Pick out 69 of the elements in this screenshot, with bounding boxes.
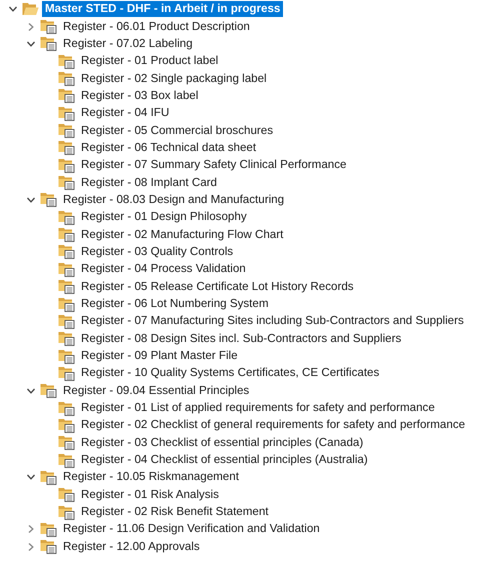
tree-item[interactable]: Register - 06 Lot Numbering System — [78, 296, 272, 312]
chevron-down-icon[interactable] — [26, 472, 36, 482]
chevron-down-icon[interactable] — [8, 4, 18, 14]
tree-item[interactable]: Register - 07.02 Labeling — [60, 36, 196, 52]
folder-document-icon — [58, 348, 75, 364]
folder-document-icon — [40, 522, 57, 537]
folder-document-icon — [58, 418, 75, 433]
tree-item[interactable]: Register - 01 Risk Analysis — [78, 486, 222, 503]
folder-document-icon — [58, 435, 75, 450]
folder-document-icon — [58, 296, 75, 312]
tree-item[interactable]: Register - 04 Checklist of essential principles (Australia) — [78, 452, 371, 468]
tree-item[interactable]: Register - 06.01 Product Description — [60, 18, 253, 35]
folder-document-icon — [58, 331, 75, 346]
folder-document-icon — [58, 227, 75, 242]
folder-document-icon — [58, 366, 75, 381]
folder-document-icon — [58, 71, 75, 86]
tree-item[interactable]: Register - 08.03 Design and Manufacturing — [60, 192, 288, 208]
chevron-right-icon[interactable] — [26, 524, 36, 534]
tree-item[interactable]: Register - 01 Design Philosophy — [78, 209, 250, 226]
folder-document-icon — [58, 54, 75, 69]
tree-item[interactable]: Register - 01 Product label — [78, 53, 222, 70]
folder-document-icon — [40, 383, 57, 398]
folder-document-icon — [40, 19, 57, 34]
folder-document-icon — [58, 279, 75, 294]
folder-document-icon — [58, 452, 75, 468]
folder-document-icon — [58, 504, 75, 520]
tree-item[interactable]: Register - 01 List of applied requirements for safety and performance — [78, 400, 438, 416]
folder-document-icon — [58, 123, 75, 138]
folder-document-icon — [40, 539, 57, 554]
tree-item[interactable]: Register - 07 Summary Safety Clinical Performance — [78, 157, 350, 174]
folder-document-icon — [58, 314, 75, 329]
folder-document-icon — [58, 487, 75, 502]
tree-item[interactable]: Register - 08 Implant Card — [78, 174, 220, 191]
folder-document-icon — [58, 210, 75, 225]
tree-item[interactable]: Register - 09 Plant Master File — [78, 348, 241, 364]
tree-item[interactable]: Register - 04 IFU — [78, 105, 172, 122]
tree-item[interactable]: Master STED - DHF - in Arbeit / in progress — [42, 1, 284, 18]
tree-item[interactable]: Register - 12.00 Approvals — [60, 538, 203, 555]
folder-document-icon — [58, 158, 75, 173]
folder-document-icon — [40, 36, 57, 52]
folder-document-icon — [58, 262, 75, 277]
folder-document-icon — [40, 470, 57, 485]
folder-icon — [22, 2, 39, 16]
tree-item[interactable]: Register - 02 Manufacturing Flow Chart — [78, 226, 286, 243]
tree-item[interactable]: Register - 09.04 Essential Principles — [60, 382, 252, 399]
tree-item[interactable]: Register - 02 Risk Benefit Statement — [78, 504, 272, 520]
tree-item[interactable]: Register - 05 Commercial broschures — [78, 122, 276, 139]
folder-document-icon — [40, 192, 57, 208]
tree-item[interactable]: Register - 10 Quality Systems Certificates, CE Certificates — [78, 365, 382, 382]
tree-item[interactable]: Register - 05 Release Certificate Lot History Records — [78, 278, 357, 295]
folder-document-icon — [58, 140, 75, 156]
tree-item[interactable]: Register - 07 Manufacturing Sites including Sub-Contractors and Suppliers — [78, 313, 467, 330]
tree-item[interactable]: Register - 02 Checklist of general requirements for safety and performance — [78, 417, 468, 434]
tree-item[interactable]: Register - 03 Box label — [78, 88, 202, 104]
chevron-right-icon[interactable] — [26, 542, 36, 552]
folder-document-icon — [58, 88, 75, 104]
tree-item[interactable]: Register - 08 Design Sites incl. Sub-Contractors and Suppliers — [78, 330, 404, 347]
tree-item[interactable]: Register - 02 Single packaging label — [78, 70, 270, 87]
folder-document-icon — [58, 400, 75, 416]
folder-document-icon — [58, 244, 75, 260]
tree-item[interactable]: Register - 10.05 Riskmanagement — [60, 469, 242, 486]
tree-item[interactable]: Register - 06 Technical data sheet — [78, 140, 260, 156]
folder-document-icon — [58, 106, 75, 121]
folder-document-icon — [58, 175, 75, 190]
tree-item[interactable]: Register - 03 Quality Controls — [78, 244, 236, 260]
tree-item[interactable]: Register - 03 Checklist of essential principles (Canada) — [78, 434, 366, 451]
chevron-right-icon[interactable] — [26, 22, 36, 32]
tree-item[interactable]: Register - 11.06 Design Verification and Validation — [60, 521, 323, 538]
tree-item[interactable]: Register - 04 Process Validation — [78, 261, 249, 278]
